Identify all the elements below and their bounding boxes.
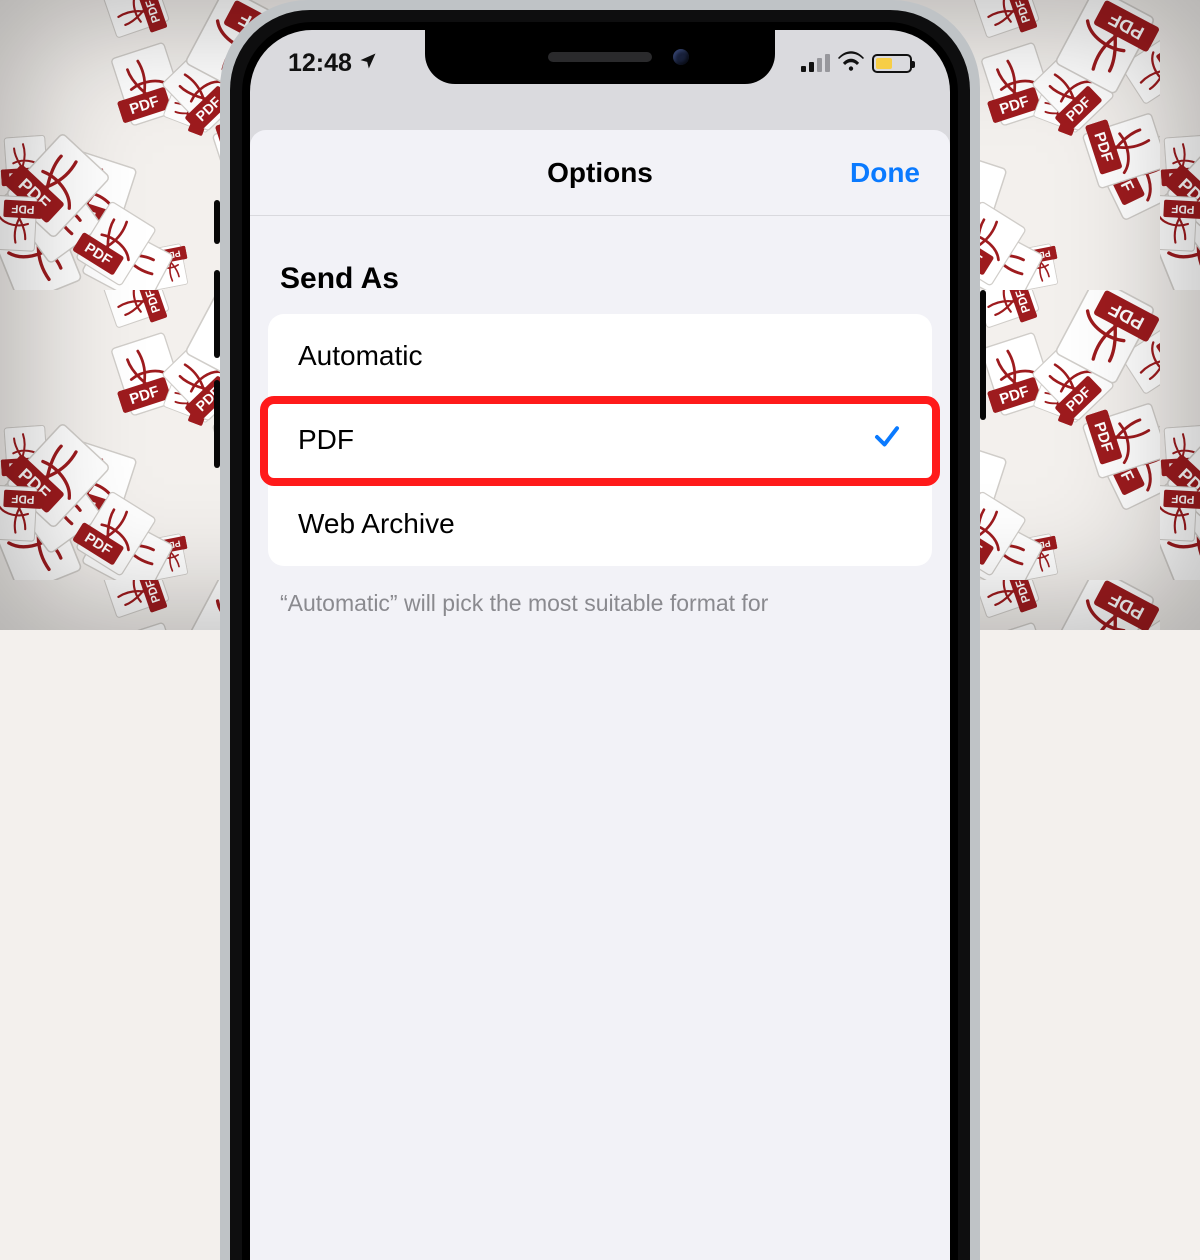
iphone-mockup: 12:48 Options Do [220,0,980,1260]
sheet-header: Options Done [250,130,950,216]
option-automatic[interactable]: Automatic [268,314,932,398]
front-camera [673,49,689,65]
checkmark-icon [872,422,902,459]
option-label: Automatic [298,340,423,372]
volume-up-button [214,270,220,358]
mute-switch [214,200,220,244]
send-as-options-group: Automatic PDF Web Archive [268,314,932,566]
done-button[interactable]: Done [850,157,920,189]
iphone-screen: 12:48 Options Do [250,30,950,1260]
options-sheet: Options Done Send As Automatic PDF Web A… [250,130,950,1260]
option-label: PDF [298,424,354,456]
option-web-archive[interactable]: Web Archive [268,482,932,566]
cellular-signal-icon [801,54,830,72]
location-icon [358,49,378,78]
option-pdf[interactable]: PDF [268,398,932,482]
notch [425,30,775,84]
volume-down-button [214,380,220,468]
earpiece-speaker [548,52,652,62]
wifi-icon [838,49,864,78]
status-time: 12:48 [288,49,352,78]
battery-icon [872,54,912,73]
send-as-section-title: Send As [250,216,950,314]
option-label: Web Archive [298,508,455,540]
sheet-title: Options [547,157,653,189]
power-button [980,290,986,420]
options-footer-note: “Automatic” will pick the most suitable … [250,566,950,619]
